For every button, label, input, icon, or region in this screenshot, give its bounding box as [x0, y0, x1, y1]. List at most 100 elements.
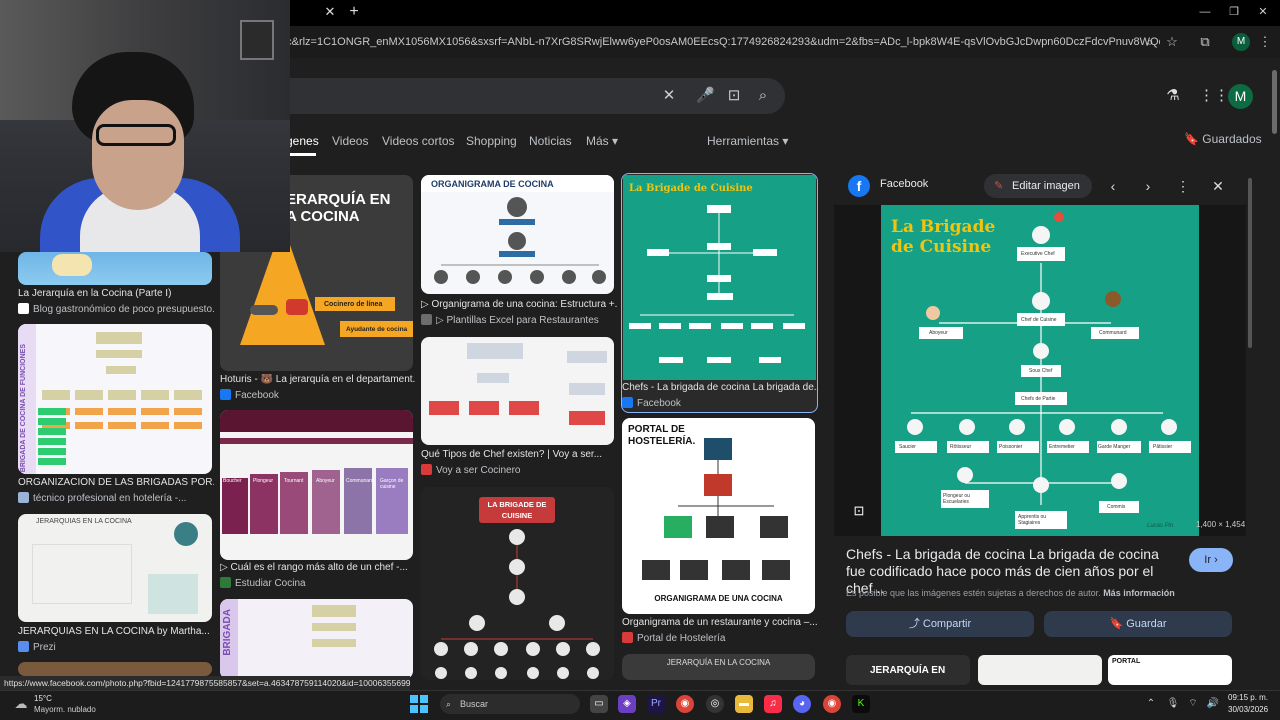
result-caption[interactable]: Hoturis - 🐻 La jerarquía en el departame… [220, 374, 416, 385]
volume-icon[interactable]: 🔊 [1206, 697, 1220, 711]
result-caption[interactable]: Chefs - La brigada de cocina La brigada … [622, 382, 818, 393]
clear-search-icon[interactable]: ✕ [660, 87, 678, 105]
chrome-profile-icon[interactable]: ◉ [823, 695, 841, 713]
minimize-icon[interactable]: — [1196, 4, 1214, 20]
result-caption[interactable]: ▷ Cuál es el rango más alto de un chef -… [220, 562, 416, 573]
windows-start-icon[interactable] [410, 695, 428, 713]
premiere-icon[interactable]: Pr [647, 695, 665, 713]
browser-menu-icon[interactable]: ⋮ [1256, 33, 1274, 51]
result-source[interactable]: técnico profesional en hotelería -... [18, 492, 214, 504]
share-button[interactable]: ⤴ Compartir [846, 611, 1034, 637]
result-caption[interactable]: ▷ Organigrama de una cocina: Estructura … [421, 299, 617, 310]
more-options-icon[interactable]: ⋮ [1174, 177, 1192, 195]
related-thumbnail[interactable] [978, 655, 1102, 685]
weather-description[interactable]: Mayorm. nublado [34, 705, 96, 714]
edit-image-button[interactable]: ✎ Editar imagen [984, 174, 1092, 198]
clock-time[interactable]: 09:15 p. m. [1228, 693, 1268, 702]
save-button[interactable]: 🔖 Guardar [1044, 611, 1232, 637]
tab-short-videos[interactable]: Videos cortos [382, 134, 455, 148]
visit-button[interactable]: Ir › [1189, 548, 1233, 572]
result-source[interactable]: Facebook [622, 397, 818, 409]
task-view-icon[interactable]: ▭ [590, 695, 608, 713]
preview-image[interactable]: La Brigade de Cuisine Executive Chef Che… [881, 205, 1199, 536]
new-tab-icon[interactable]: + [346, 3, 362, 21]
result-thumbnail[interactable]: JERARQUIAS EN LA COCINA [18, 514, 212, 622]
related-thumbnail[interactable]: PORTAL [1108, 655, 1232, 685]
tab-news[interactable]: Noticias [529, 134, 572, 148]
result-thumbnail[interactable] [18, 662, 212, 676]
result-caption[interactable]: Organigrama de un restaurante y cocina –… [622, 617, 818, 628]
close-tab-icon[interactable]: ✕ [322, 4, 338, 20]
scrollbar-thumb[interactable] [1272, 70, 1277, 134]
tab-more[interactable]: Más ▾ [586, 134, 618, 148]
result-thumbnail-selected[interactable]: La Brigade de Cuisine [621, 173, 818, 413]
result-thumbnail[interactable]: LA BRIGADE DE CUISINE [421, 487, 614, 680]
result-caption[interactable]: La Jerarquía en la Cocina (Parte I) [18, 288, 214, 299]
restore-icon[interactable]: ❐ [1225, 4, 1243, 20]
google-apps-icon[interactable]: ⋮⋮ [1199, 87, 1229, 105]
result-thumbnail[interactable]: PORTAL DE HOSTELERÍA. ORGANIGRAMA DE UNA… [622, 418, 815, 614]
lens-search-icon[interactable]: ⊡ [725, 87, 743, 105]
result-thumbnail[interactable]: Boucher Plongeur Tournant Aboyeur Commun… [220, 410, 413, 560]
close-panel-icon[interactable]: ✕ [1209, 177, 1227, 195]
microphone-icon[interactable]: 🎙 [1166, 697, 1180, 711]
lens-search-icon[interactable]: ⊡ [850, 502, 868, 520]
chrome-icon[interactable]: ◉ [676, 695, 694, 713]
result-thumbnail[interactable]: BRIGADA DE COCINA DE FUNCIONES [18, 324, 212, 474]
related-thumbnail[interactable]: JERARQUÍA EN [846, 655, 970, 685]
taskbar-search[interactable]: ⌕ Buscar [440, 694, 580, 714]
tab-shopping[interactable]: Shopping [466, 134, 517, 148]
file-explorer-icon[interactable]: ▬ [735, 695, 753, 713]
thumb-footer: ORGANIGRAMA DE UNA COCINA [654, 594, 783, 603]
result-thumbnail[interactable]: ORGANIGRAMA DE COCINA [421, 175, 614, 294]
extensions-icon[interactable]: ⧉ [1196, 33, 1214, 51]
previous-image-icon[interactable]: ‹ [1104, 177, 1122, 195]
result-caption[interactable]: ORGANIZACIÓN DE LAS BRIGADAS POR... [18, 477, 214, 488]
obs-icon[interactable]: ◎ [706, 695, 724, 713]
copilot-icon[interactable]: ◈ [618, 695, 636, 713]
tab-images[interactable]: genes [286, 134, 319, 148]
result-source[interactable]: Facebook [220, 389, 416, 401]
result-source[interactable]: Portal de Hostelería [622, 632, 818, 644]
clock-date[interactable]: 30/03/2026 [1228, 705, 1268, 714]
column-label: Aboyeur [316, 478, 335, 484]
discord-icon[interactable]: ◕ [793, 695, 811, 713]
next-image-icon[interactable]: › [1139, 177, 1157, 195]
result-thumbnail[interactable]: JERARQUÍA EN LA COCINA [622, 654, 815, 680]
wifi-icon[interactable]: ⌔ [1186, 697, 1200, 711]
more-info-link[interactable]: Más información [1103, 588, 1175, 598]
labs-flask-icon[interactable]: ⚗ [1164, 87, 1182, 105]
page-scrollbar[interactable] [1270, 62, 1278, 680]
search-box[interactable]: ✕ 🎤 ⊡ ⌕ [280, 78, 785, 114]
saved-button[interactable]: 🔖 Guardados [1184, 132, 1262, 146]
result-thumbnail[interactable]: BRIGADA [220, 599, 413, 679]
result-thumbnail[interactable] [421, 337, 614, 445]
result-thumbnail[interactable] [18, 252, 212, 285]
cloud-icon[interactable]: ☁ [12, 695, 30, 713]
result-source[interactable]: Prezi [18, 641, 214, 653]
weather-temperature[interactable]: 15°C [34, 694, 52, 703]
kick-icon[interactable]: K [852, 695, 870, 713]
copyright-text: Es posible que las imágenes estén sujeta… [846, 588, 1101, 598]
tools-button[interactable]: Herramientas ▾ [707, 134, 788, 148]
music-icon[interactable]: ♫ [764, 695, 782, 713]
address-bar[interactable]: 5c&rlz=1C1ONGR_enMX1056MX1056&sxsrf=ANbL… [280, 30, 1160, 54]
tab-videos[interactable]: Videos [332, 134, 368, 148]
result-caption[interactable]: JERARQUIAS EN LA COCINA by Martha... [18, 626, 214, 637]
result-source[interactable]: ▷ Plantillas Excel para Restaurantes [421, 314, 617, 326]
browser-profile-avatar[interactable]: M [1232, 33, 1250, 51]
chevron-up-icon[interactable]: ⌃ [1144, 697, 1158, 711]
result-source[interactable]: Blog gastronómico de poco presupuesto... [18, 303, 214, 315]
window-close-icon[interactable]: ✕ [1254, 4, 1272, 20]
panel-source[interactable]: Facebook [880, 178, 928, 190]
voice-search-icon[interactable]: 🎤 [696, 87, 715, 105]
windows-taskbar [0, 690, 1280, 720]
search-icon[interactable]: ⌕ [754, 87, 772, 105]
result-source[interactable]: Voy a ser Cocinero [421, 464, 617, 476]
result-source[interactable]: Estudiar Cocina [220, 577, 416, 589]
zoom-icon[interactable]: ⌕ [1141, 33, 1159, 51]
result-caption[interactable]: Qué Tipos de Chef existen? | Voy a ser..… [421, 449, 617, 460]
bookmark-star-icon[interactable]: ☆ [1163, 33, 1181, 51]
account-avatar[interactable]: M [1228, 84, 1253, 109]
panel-scrollbar-thumb[interactable] [1248, 178, 1252, 348]
